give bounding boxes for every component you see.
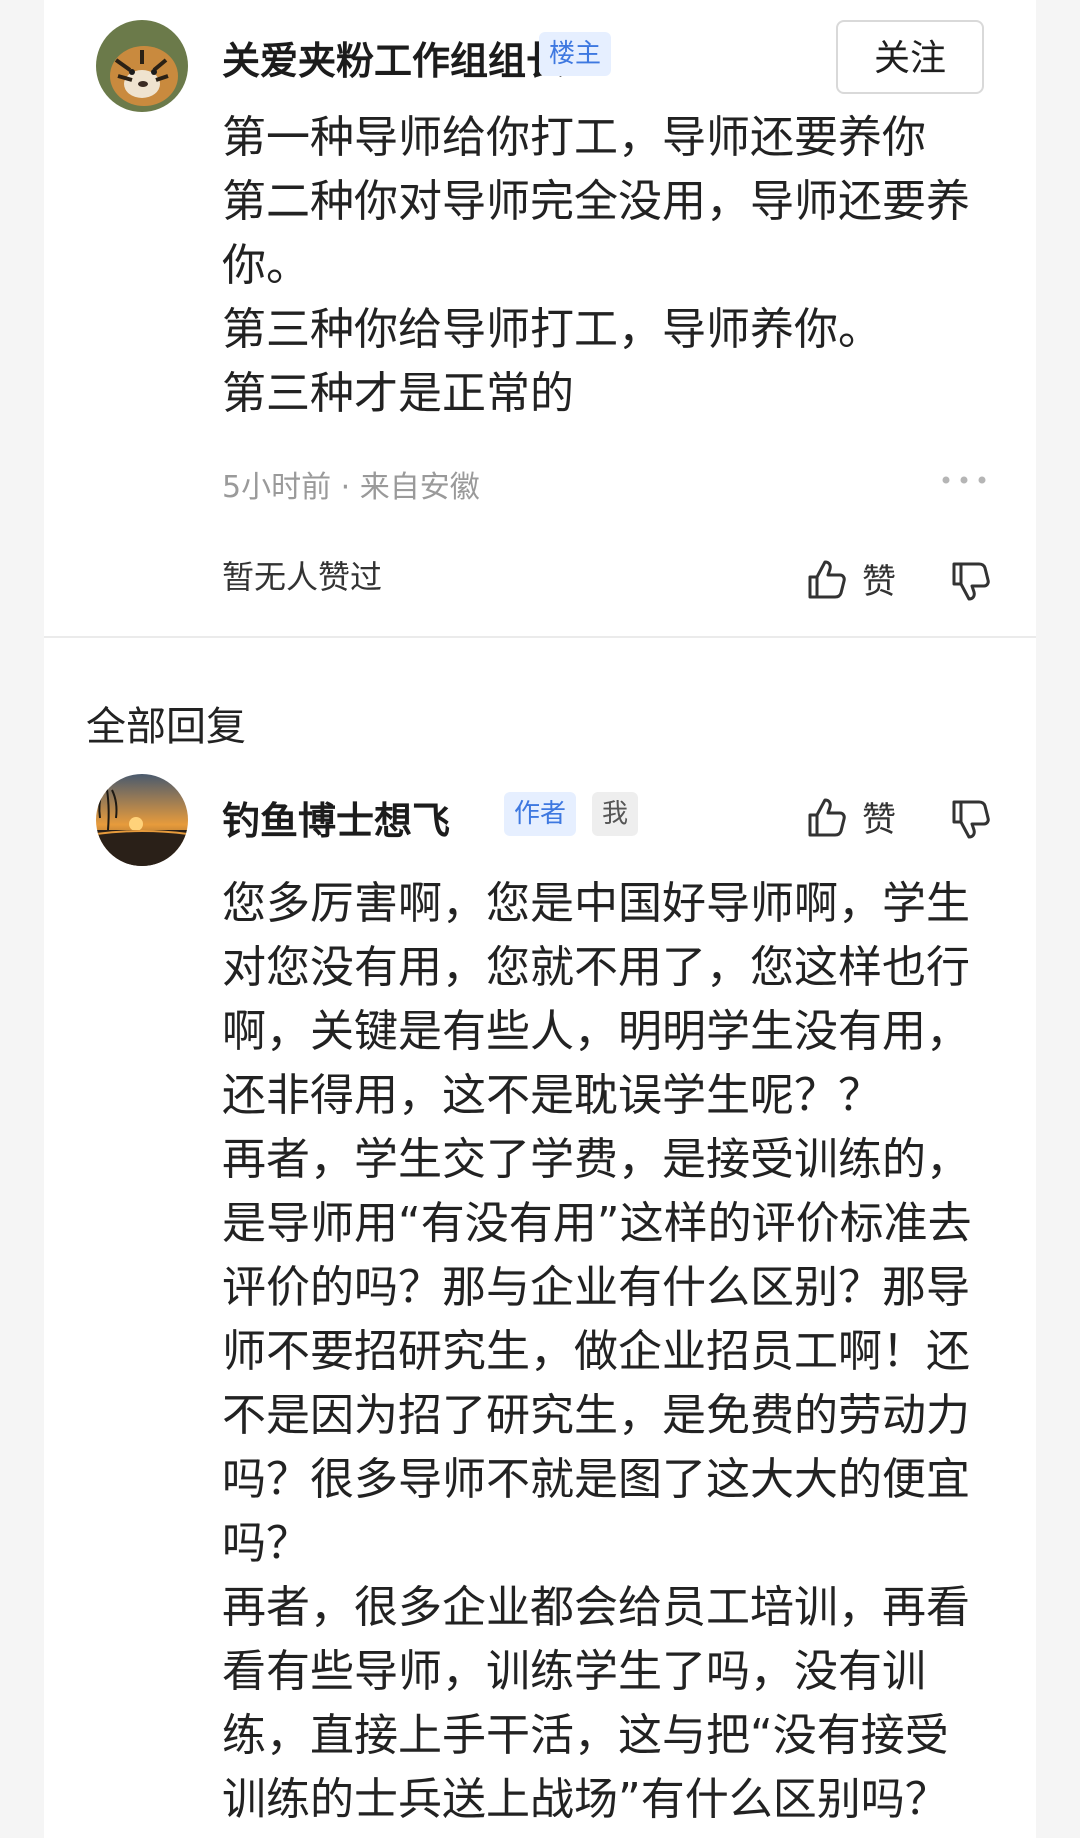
like-button[interactable]: 赞 bbox=[804, 792, 896, 841]
like-label: 赞 bbox=[862, 562, 896, 602]
owner-badge: 楼主 bbox=[539, 32, 612, 76]
comment-line: 第二种你对导师完全没用，导师还要养你。 bbox=[222, 176, 970, 291]
reply-paragraph: 您多厉害啊，您是中国好导师啊，学生对您没有用，您就不用了，您这样也行啊，关键是有… bbox=[222, 878, 970, 1121]
comment-line: 第三种才是正常的 bbox=[222, 368, 574, 419]
thumbs-up-icon bbox=[808, 798, 846, 836]
username[interactable]: 关爱夹粉工作组组长 bbox=[222, 30, 564, 85]
username[interactable]: 钓鱼博士想飞 bbox=[222, 790, 450, 845]
follow-button[interactable]: 关注 bbox=[836, 20, 984, 94]
author-badge: 作者 bbox=[504, 792, 577, 836]
comment-line: 第一种导师给你打工，导师还要养你 bbox=[222, 112, 926, 163]
reply-paragraph: 再者，学生交了学费，是接受训练的，是导师用“有没有用”这样的评价标准去评价的吗？… bbox=[222, 1134, 972, 1569]
thumbs-up-icon bbox=[808, 560, 846, 598]
thumbs-down-icon[interactable] bbox=[948, 560, 992, 604]
like-label: 赞 bbox=[862, 800, 896, 840]
main-comment: 关爱夹粉工作组组长 楼主 关注 第一种导师给你打工，导师还要养你 第二种你对导师… bbox=[44, 0, 1036, 636]
comment-line: 第三种你给导师打工，导师养你。 bbox=[222, 304, 882, 355]
comment-thread: 关爱夹粉工作组组长 楼主 关注 第一种导师给你打工，导师还要养你 第二种你对导师… bbox=[44, 0, 1036, 1838]
thumbs-down-icon[interactable] bbox=[948, 798, 992, 842]
sunset-avatar[interactable] bbox=[96, 774, 188, 866]
more-dots-icon[interactable] bbox=[940, 470, 988, 490]
comment-body: 第一种导师给你打工，导师还要养你 第二种你对导师完全没用，导师还要养你。 第三种… bbox=[222, 106, 982, 426]
like-button[interactable]: 赞 bbox=[804, 554, 896, 603]
tiger-avatar[interactable] bbox=[96, 20, 188, 112]
me-badge: 我 bbox=[592, 792, 639, 836]
reply-paragraph: 再者，很多企业都会给员工培训，再看看有些导师，训练学生了吗，没有训练，直接上手干… bbox=[222, 1582, 970, 1825]
comment-meta: 5小时前 · 来自安徽 bbox=[222, 470, 480, 505]
replies-section-title: 全部回复 bbox=[86, 704, 246, 750]
likes-note: 暂无人赞过 bbox=[222, 558, 383, 596]
reply-body: 您多厉害啊，您是中国好导师啊，学生对您没有用，您就不用了，您这样也行啊，关键是有… bbox=[222, 872, 982, 1832]
divider bbox=[44, 636, 1036, 638]
